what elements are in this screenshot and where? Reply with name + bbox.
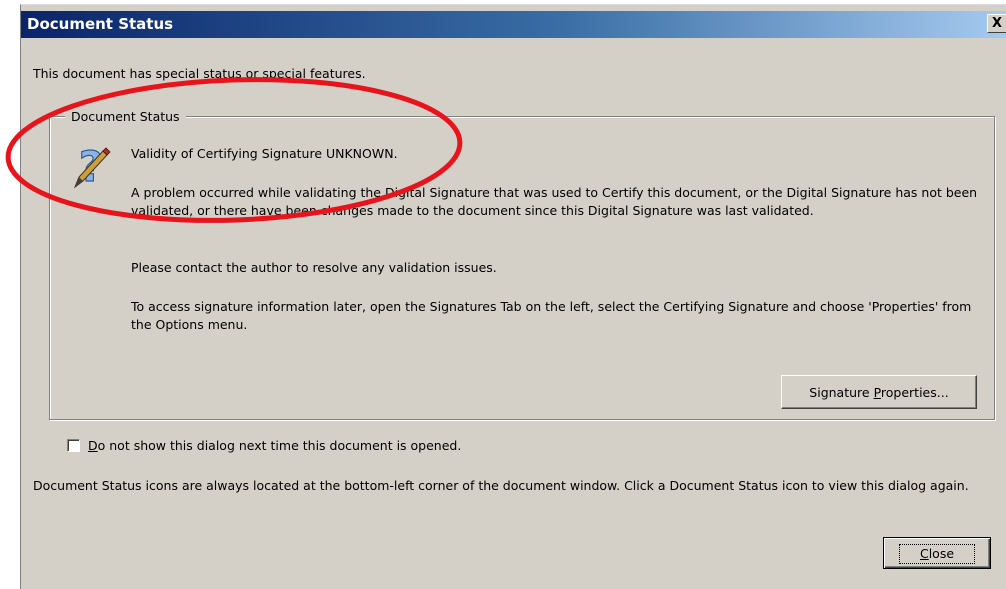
title-close-button[interactable]: X <box>987 14 1006 33</box>
close-button[interactable]: Close <box>883 537 991 569</box>
close-label-text: lose <box>928 546 955 561</box>
signature-validity-heading: Validity of Certifying Signature UNKNOWN… <box>131 146 398 161</box>
footer-hint-text: Document Status icons are always located… <box>33 478 969 493</box>
dialog-title: Document Status <box>27 15 174 33</box>
dont-show-checkbox[interactable] <box>67 439 80 452</box>
dont-show-mnemonic: D <box>88 438 98 453</box>
close-mnemonic: C <box>919 546 929 561</box>
signature-properties-button[interactable]: Signature Properties... <box>781 375 977 409</box>
dont-show-label-text: o not show this dialog next time this do… <box>97 438 462 453</box>
intro-text: This document has special status or spec… <box>33 66 366 81</box>
signature-properties-mnemonic: P <box>873 385 881 400</box>
signature-properties-label-start: Signature <box>809 385 874 400</box>
signature-pen-question-icon: ? <box>73 141 111 192</box>
group-legend: Document Status <box>65 108 186 126</box>
signature-properties-label-end: roperties... <box>880 385 949 400</box>
dont-show-checkbox-label[interactable]: Do not show this dialog next time this d… <box>88 437 461 455</box>
access-signature-info-text: To access signature information later, o… <box>131 299 972 332</box>
title-bar[interactable]: Document Status X <box>21 11 1006 38</box>
close-button-focus: Close <box>898 544 976 564</box>
contact-author-text: Please contact the author to resolve any… <box>131 260 497 275</box>
validation-problem-text: A problem occurred while validating the … <box>131 185 978 218</box>
document-status-dialog: Document Status X This document has spec… <box>20 4 1006 589</box>
